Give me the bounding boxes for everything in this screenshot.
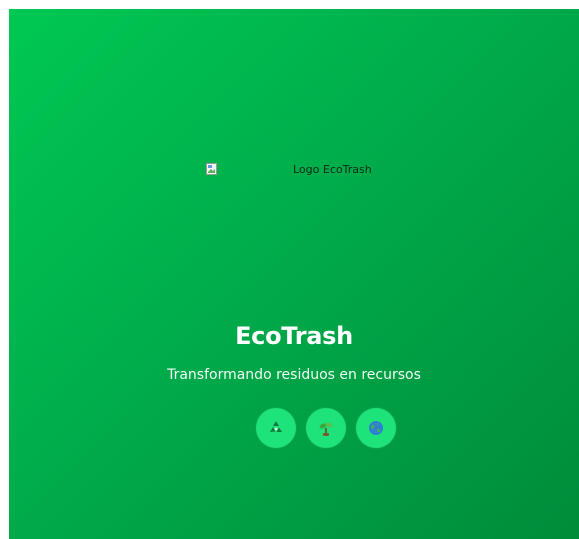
recycle-icon bbox=[256, 408, 296, 448]
logo-alt-text: Logo EcoTrash bbox=[293, 163, 372, 176]
app-title: EcoTrash bbox=[235, 322, 353, 350]
globe-icon bbox=[356, 408, 396, 448]
hero-section: Logo EcoTrash EcoTrash Transformando res… bbox=[9, 9, 579, 539]
broken-image-icon bbox=[206, 163, 217, 175]
app-tagline: Transformando residuos en recursos bbox=[167, 367, 421, 383]
seedling-icon bbox=[306, 408, 346, 448]
logo-image: Logo EcoTrash bbox=[206, 163, 382, 183]
feature-icons bbox=[256, 408, 396, 448]
